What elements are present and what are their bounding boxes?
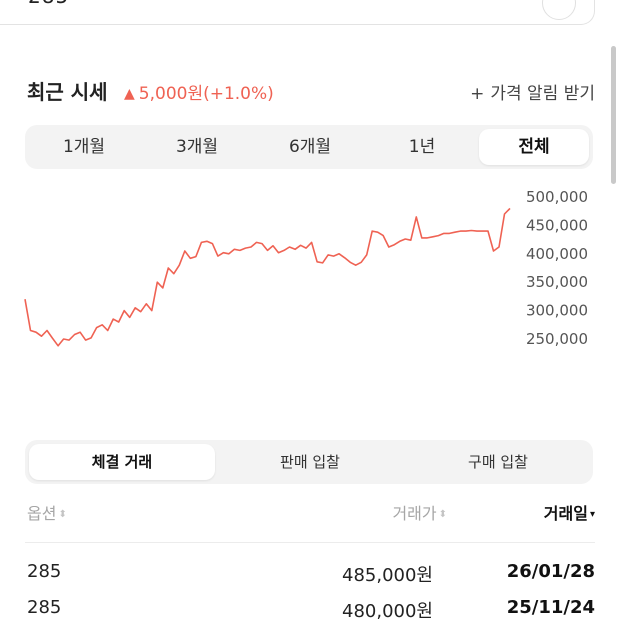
column-price[interactable]: 거래가 ⬍ <box>392 500 447 524</box>
plus-icon: + <box>470 84 485 104</box>
sort-desc-icon: ▾ <box>589 509 595 520</box>
y-tick-label: 350,000 <box>526 273 588 291</box>
product-price-page: 285 최근 시세 ▲5,000원(+1.0%) +가격 알림 받기 1개월 3… <box>0 0 620 620</box>
row-date: 25/11/24 <box>506 597 595 618</box>
y-tick-label: 250,000 <box>526 330 588 348</box>
price-alert-label: 가격 알림 받기 <box>490 84 595 104</box>
column-date[interactable]: 거래일 ▾ <box>544 500 595 524</box>
row-date: 26/01/28 <box>506 561 595 582</box>
column-date-label: 거래일 <box>543 504 588 523</box>
tab-3-months[interactable]: 3개월 <box>142 129 252 165</box>
y-tick-label: 450,000 <box>526 216 588 234</box>
tab-completed-trades[interactable]: 체결 거래 <box>29 444 215 480</box>
sort-icon: ⬍ <box>438 509 447 520</box>
scrollbar[interactable] <box>611 46 616 184</box>
size-select-field[interactable]: 285 <box>0 0 595 25</box>
y-tick-label: 500,000 <box>526 188 588 206</box>
tab-1-year[interactable]: 1년 <box>367 129 477 165</box>
row-option: 285 <box>27 561 62 582</box>
price-change-text: 5,000원(+1.0%) <box>138 84 274 104</box>
clear-button[interactable] <box>542 0 576 20</box>
y-tick-label: 400,000 <box>526 245 588 263</box>
row-price: 480,000원 <box>342 601 433 620</box>
column-option[interactable]: 옵션 ⬍ <box>27 500 67 524</box>
table-row: 285 480,000원 25/11/24 <box>27 597 595 620</box>
recent-price-header: 최근 시세 ▲ 5,000원(+1.0%) + 가격 알림 받기 <box>27 76 595 106</box>
tab-sell-bids[interactable]: 판매 입찰 <box>217 444 403 480</box>
tab-all[interactable]: 전체 <box>479 129 589 165</box>
table-row: 285 485,000원 26/01/28 <box>27 561 595 591</box>
trade-tabs: 체결 거래 판매 입찰 구매 입찰 <box>25 440 593 484</box>
tab-1-month[interactable]: 1개월 <box>29 129 139 165</box>
column-price-label: 거래가 <box>392 504 437 523</box>
row-price: 485,000원 <box>342 565 433 586</box>
period-tabs: 1개월 3개월 6개월 1년 전체 <box>25 125 593 169</box>
price-series-line <box>24 207 511 347</box>
y-tick-label: 300,000 <box>526 302 588 320</box>
price-chart[interactable]: 500,000 450,000 400,000 350,000 300,000 250,0… <box>0 185 620 365</box>
tab-buy-bids[interactable]: 구매 입찰 <box>405 444 591 480</box>
price-change: ▲ 5,000원(+1.0%) <box>124 79 274 104</box>
price-chart-svg: 500,000 450,000 400,000 350,000 300,000 250,0… <box>24 188 588 348</box>
table-header: 옵션 ⬍ 거래가 ⬍ 거래일 ▾ <box>27 500 595 528</box>
row-option: 285 <box>27 597 62 618</box>
tab-6-months[interactable]: 6개월 <box>255 129 365 165</box>
price-alert-button[interactable]: + 가격 알림 받기 <box>470 79 595 104</box>
sort-icon: ⬍ <box>58 509 67 520</box>
recent-price-title: 최근 시세 <box>27 80 108 104</box>
up-triangle-icon: ▲ <box>124 86 135 102</box>
table-divider <box>25 542 595 543</box>
column-option-label: 옵션 <box>27 504 57 523</box>
size-select-value: 285 <box>28 0 69 8</box>
